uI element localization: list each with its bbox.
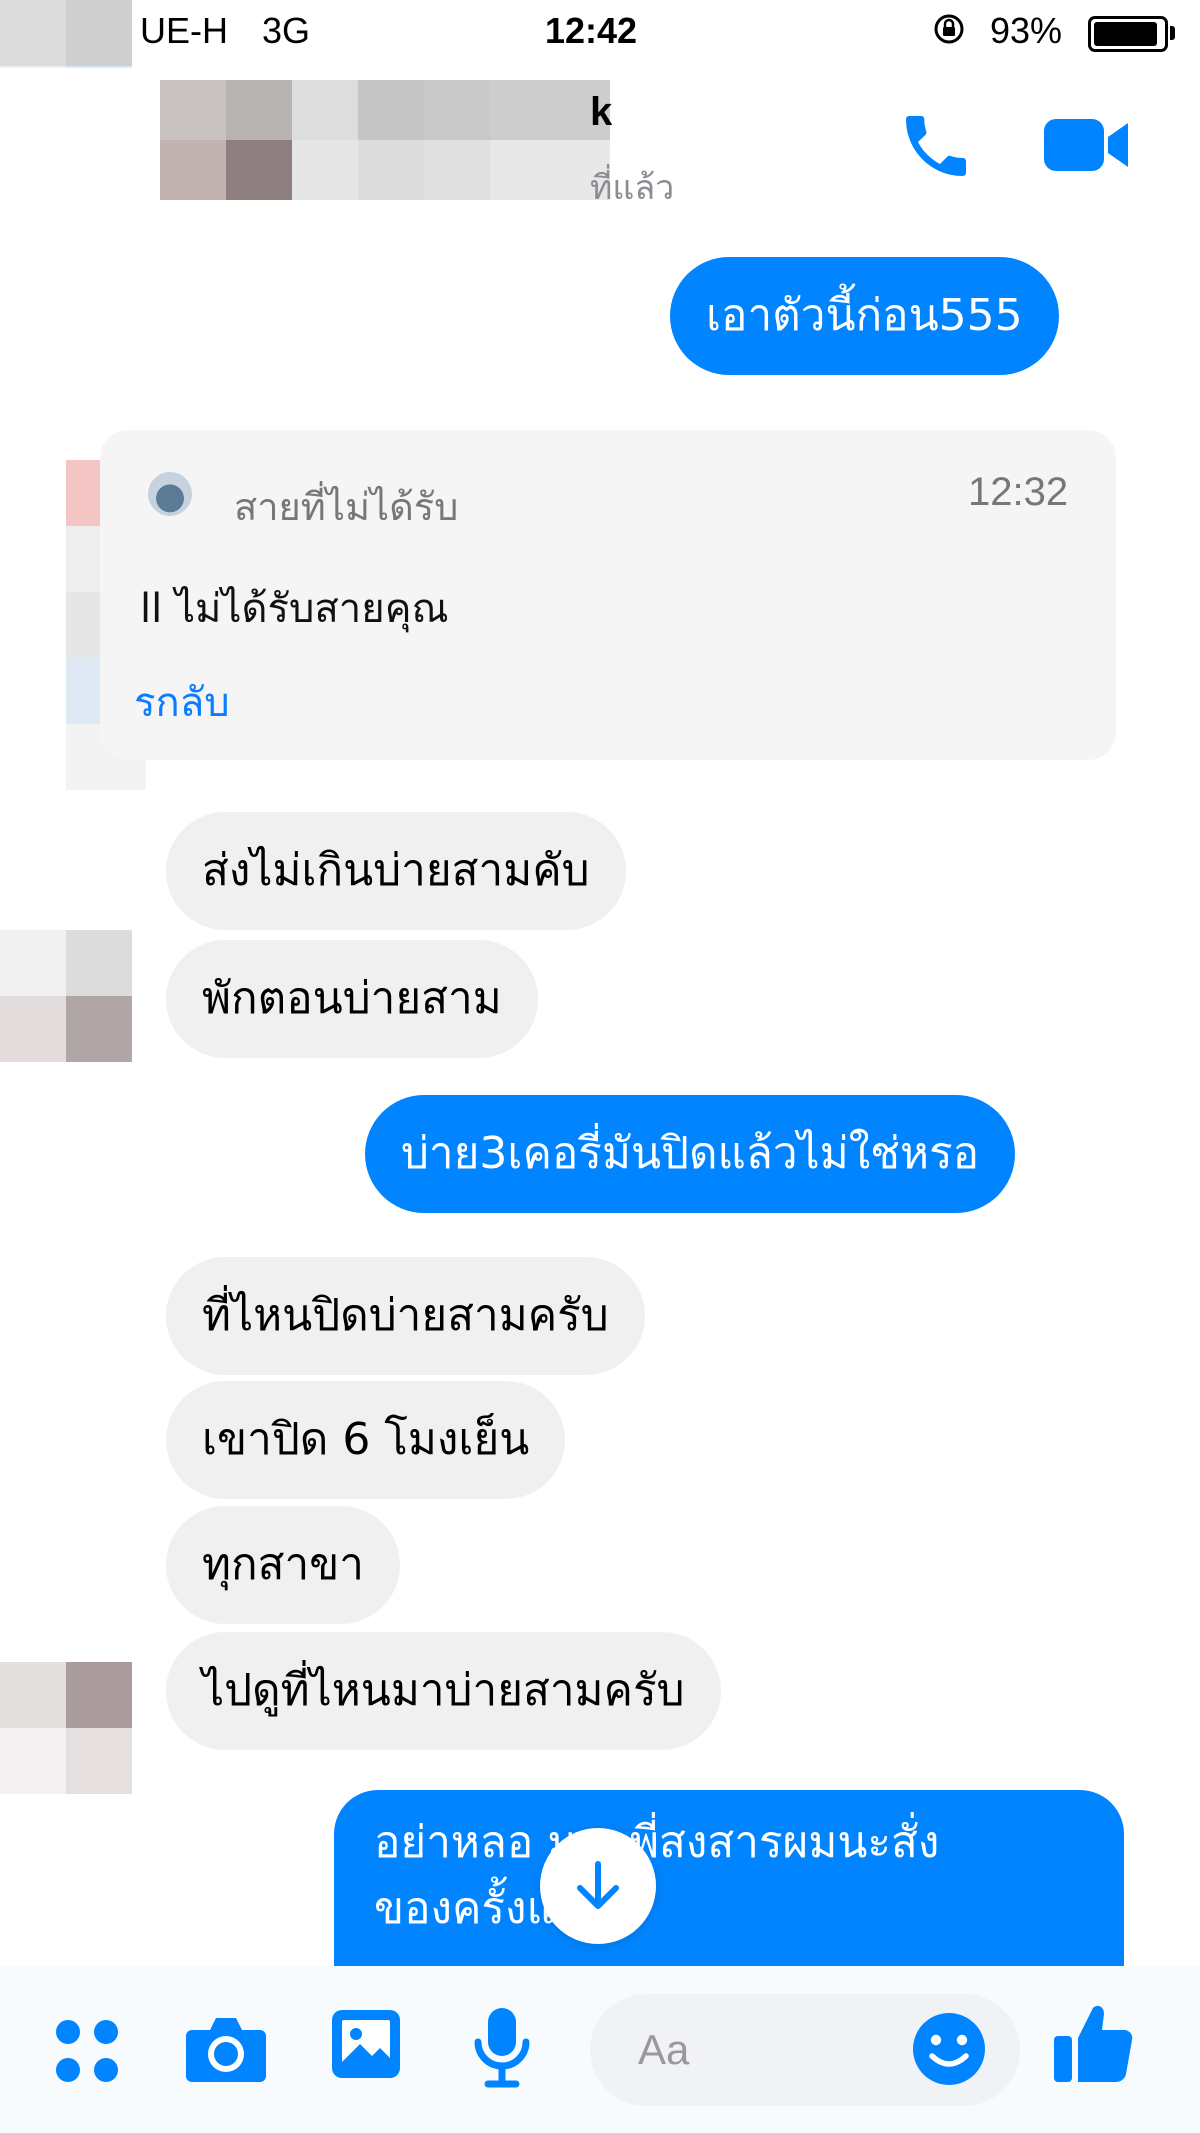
- incoming-message[interactable]: ไปดูที่ไหนมาบ่ายสามครับ: [166, 1632, 721, 1750]
- emoji-icon[interactable]: [910, 2010, 988, 2088]
- missed-call-title: สายที่ไม่ได้รับ: [234, 485, 459, 529]
- contact-name[interactable]: k: [590, 90, 612, 135]
- gallery-icon[interactable]: [328, 2006, 404, 2082]
- video-camera-icon[interactable]: [1040, 110, 1132, 180]
- incoming-message[interactable]: เขาปิด 6 โมงเย็น: [166, 1381, 566, 1499]
- apps-icon[interactable]: [52, 2016, 122, 2086]
- contact-avatar-pixelated[interactable]: [160, 80, 610, 200]
- status-bar: UE-H 3G 12:42 93%: [0, 0, 1200, 68]
- outgoing-message[interactable]: บ่าย3เคอรี่มันปิดแล้วไม่ใช่หรอ: [365, 1095, 1016, 1213]
- camera-icon[interactable]: [184, 2010, 268, 2086]
- thumbs-up-icon[interactable]: [1052, 2000, 1134, 2086]
- active-status: ที่แล้ว: [590, 168, 675, 208]
- pixelated-left-edge: [0, 0, 146, 2133]
- message-line: ของครั้งแรก: [374, 1883, 606, 1934]
- microphone-icon[interactable]: [470, 2004, 534, 2090]
- missed-call-time: 12:32: [968, 470, 1069, 514]
- outgoing-message[interactable]: เอาตัวนี้ก่อน555: [670, 257, 1059, 375]
- outgoing-message[interactable]: อย่าหลอ มนะพี่สงสารผมนะสั่ง ของครั้งแรก: [334, 1790, 1124, 1966]
- battery-tip: [1170, 26, 1175, 40]
- missed-call-message: ll ไม่ได้รับสายคุณ: [140, 586, 449, 632]
- incoming-message[interactable]: ทุกสาขา: [166, 1506, 400, 1624]
- incoming-message[interactable]: ที่ไหนปิดบ่ายสามครับ: [166, 1257, 645, 1375]
- phone-icon[interactable]: [896, 106, 976, 186]
- clock: 12:42: [545, 10, 638, 51]
- battery-percent: 93%: [990, 10, 1063, 51]
- battery-icon: [1088, 16, 1168, 52]
- incoming-message[interactable]: ส่งไม่เกินบ่ายสามคับ: [166, 812, 626, 930]
- carrier-label: UE-H: [140, 10, 228, 51]
- message-line: อย่าหลอ มนะพี่สงสารผมนะสั่ง: [374, 1817, 940, 1868]
- incoming-message[interactable]: พักตอนบ่ายสาม: [166, 940, 538, 1058]
- arrow-down-icon: [577, 1861, 619, 1909]
- network-label: 3G: [262, 10, 311, 51]
- rotation-lock-icon: [934, 14, 964, 44]
- scroll-to-bottom-button[interactable]: [540, 1828, 656, 1944]
- message-input[interactable]: [638, 2022, 898, 2078]
- caller-avatar-icon: [148, 472, 192, 516]
- call-back-link[interactable]: รกลับ: [134, 670, 230, 734]
